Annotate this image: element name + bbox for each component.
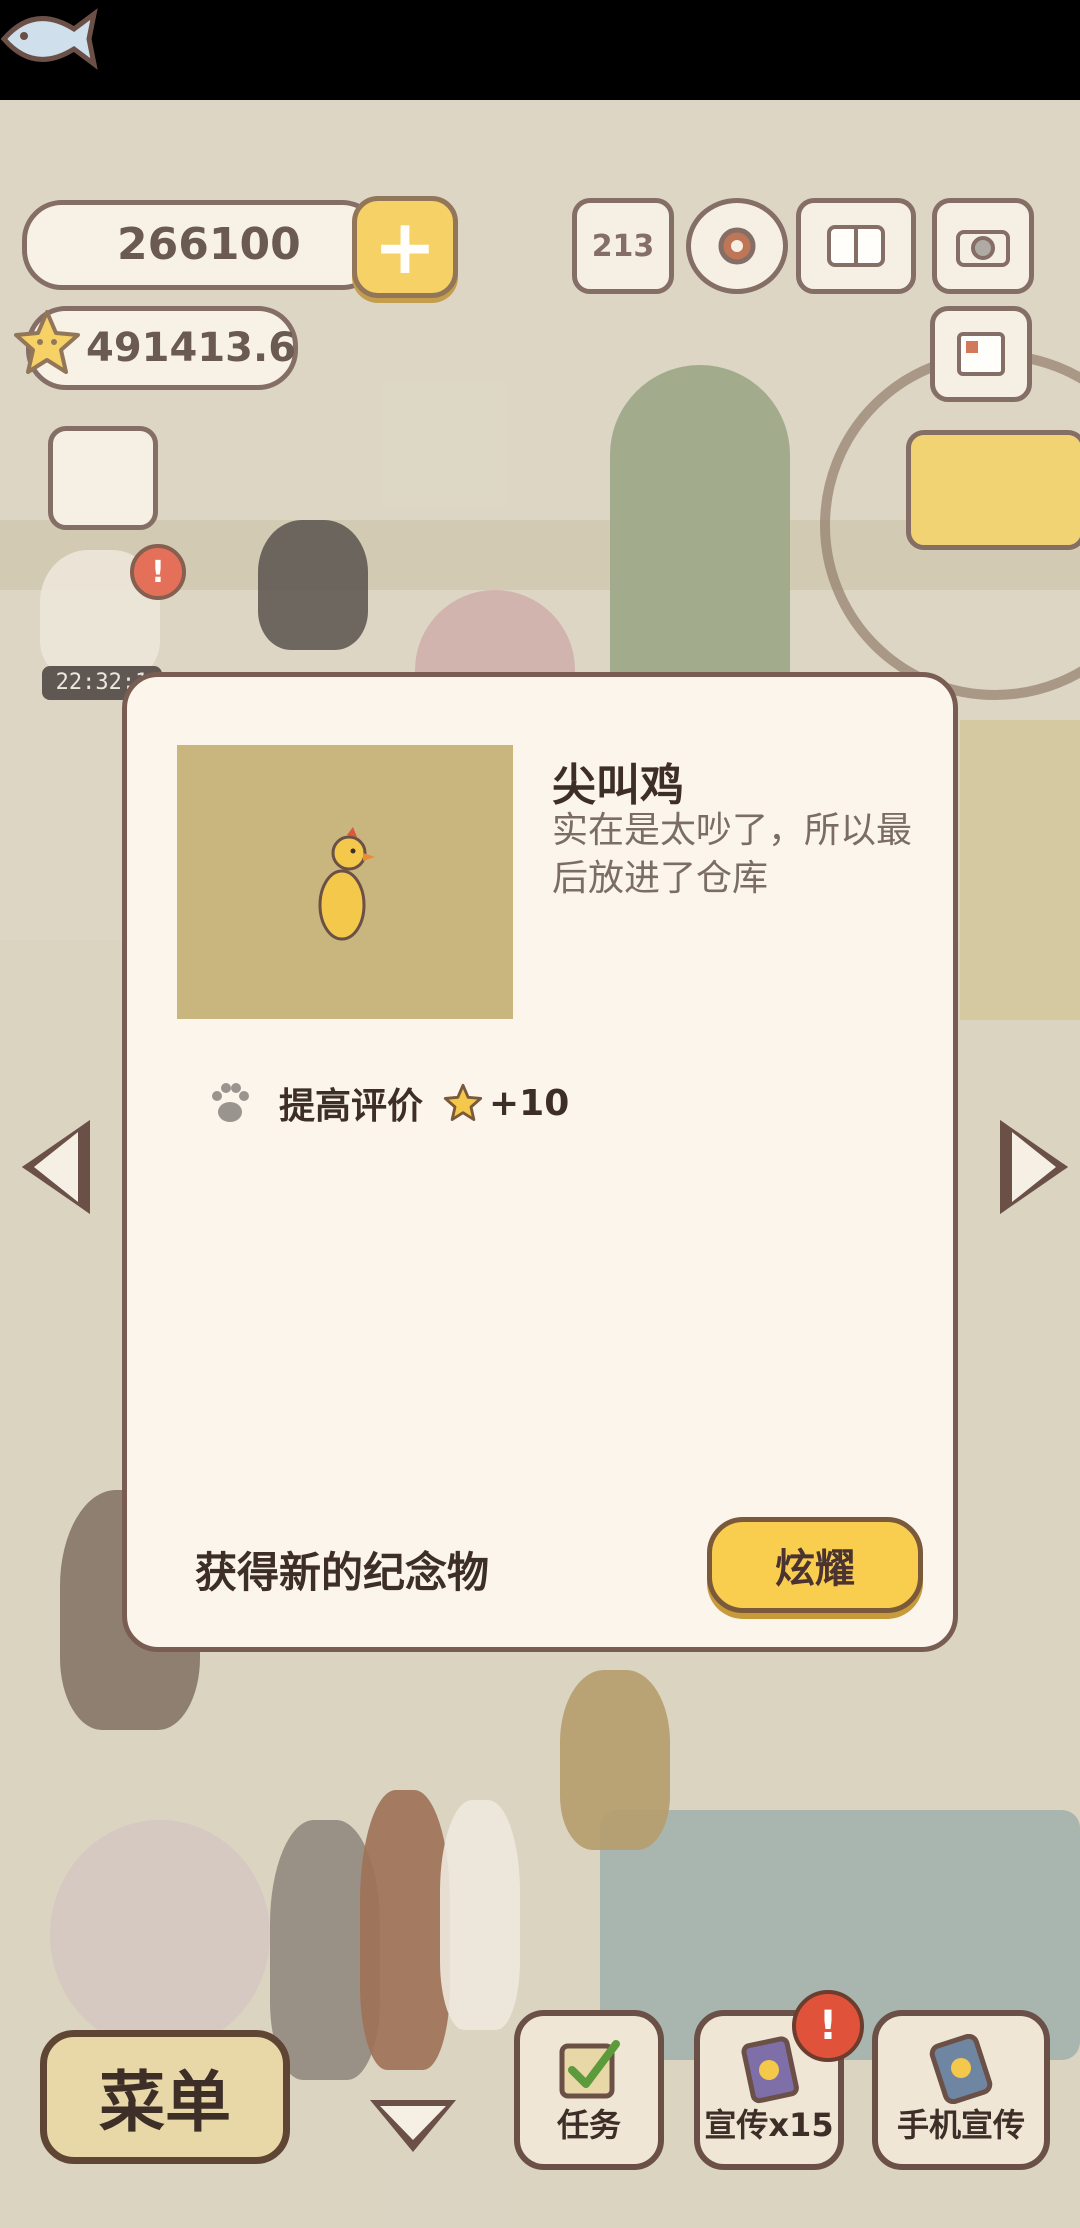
task-button[interactable]: 任务 [514,2010,664,2170]
new-souvenir-message: 获得新的纪念物 [195,1548,490,1597]
paw-icon [212,1083,249,1122]
item-image [177,745,513,1019]
phone-promotion-button[interactable]: 手机宣传 [872,2010,1050,2170]
item-description: 实在是太吵了，所以最后放进了仓库 [552,810,913,899]
task-label: 任务 [556,2106,621,2144]
flyer-icon [741,2036,799,2104]
status-bar [0,0,1080,100]
item-effect-row: 提高评价 +10 [207,1075,569,1131]
phone-promotion-label: 手机宣传 [896,2106,1025,2144]
show-off-button[interactable]: 炫耀 [707,1517,923,1613]
promotion-alert-badge: ! [792,1990,864,2062]
souvenir-dialog: 尖叫鸡 实在是太吵了，所以最后放进了仓库 提高评价 +10 获得新的纪念物 炫耀 [122,672,958,1652]
menu-button[interactable]: 菜单 [40,2030,290,2164]
fish-icon [0,8,98,70]
promotion-label: 宣传x15 [704,2106,834,2144]
effect-label: 提高评价 [279,1086,424,1127]
checkbox-icon [559,2040,620,2099]
item-title: 尖叫鸡 [552,760,684,811]
phone-icon [929,2034,993,2104]
rating-star-icon [443,1083,483,1121]
effect-bonus-value: +10 [489,1082,570,1124]
rubber-chicken-icon [318,827,375,941]
